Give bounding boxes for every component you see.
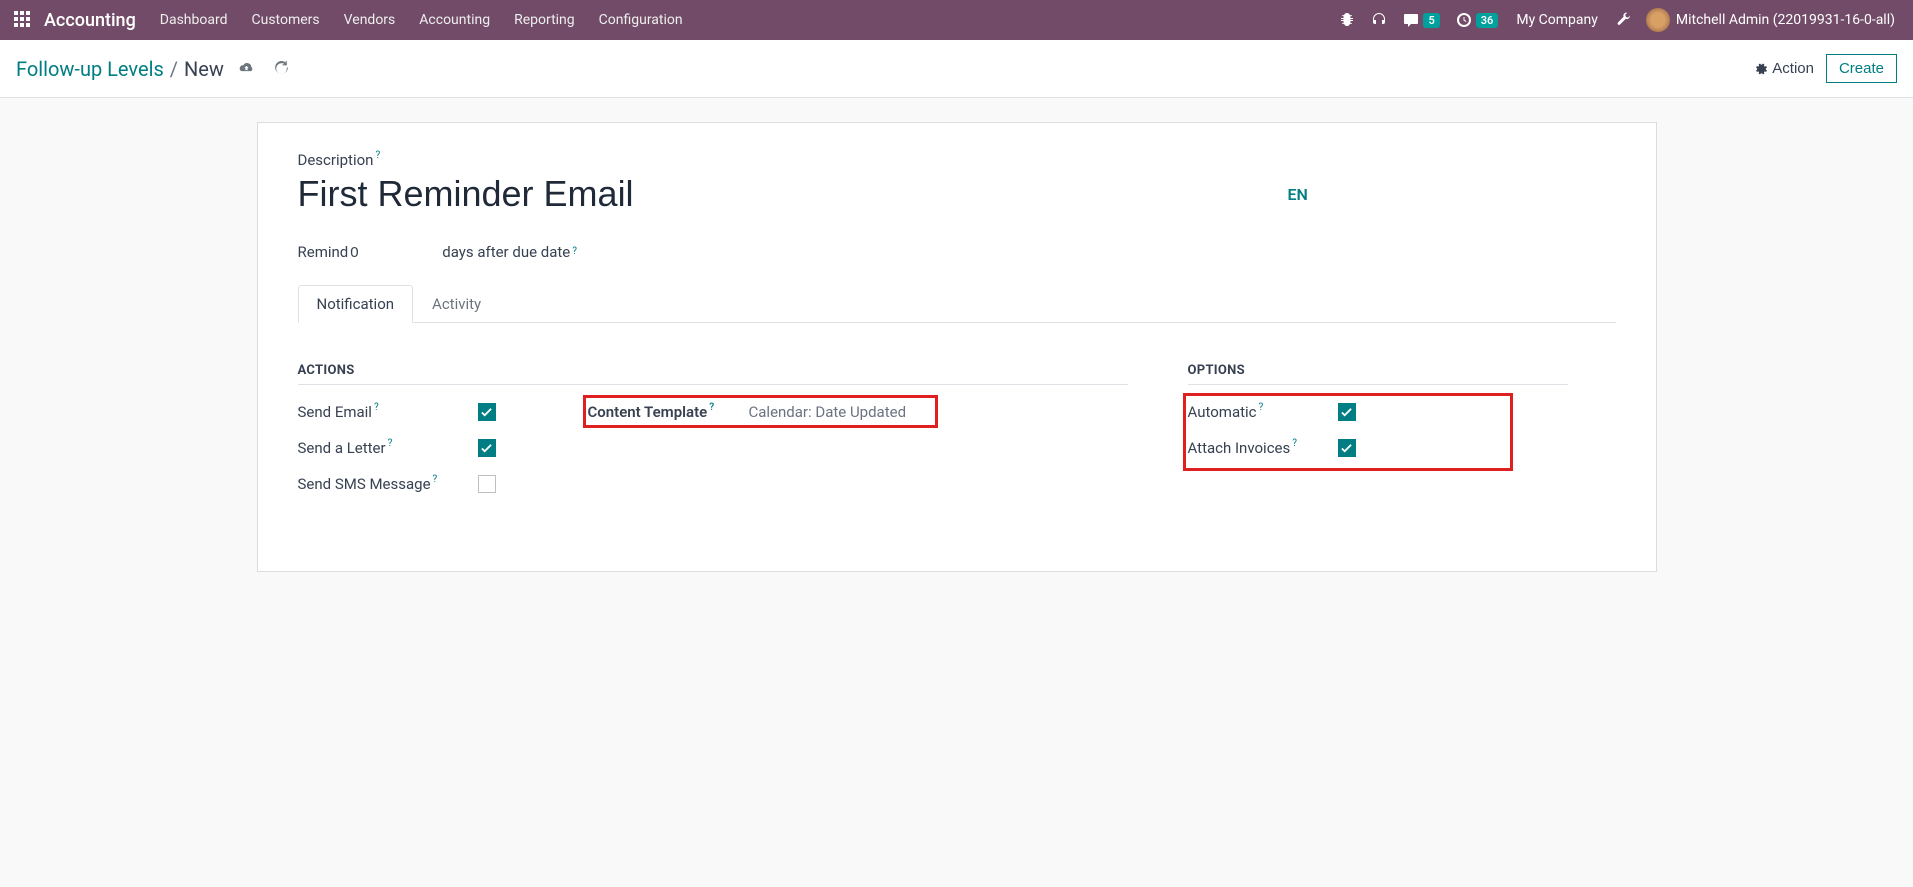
send-letter-checkbox[interactable] [478, 439, 496, 457]
help-icon[interactable]: ? [375, 150, 380, 161]
create-button[interactable]: Create [1826, 54, 1897, 83]
tab-content: ACTIONS Send Email ? [298, 323, 1616, 511]
breadcrumb-parent[interactable]: Follow-up Levels [16, 57, 164, 81]
breadcrumb: Follow-up Levels / New [16, 57, 290, 81]
highlight-options [1183, 393, 1513, 471]
nav-accounting[interactable]: Accounting [419, 12, 490, 28]
control-panel: Follow-up Levels / New Action Create [0, 40, 1913, 98]
company-selector[interactable]: My Company [1516, 12, 1598, 28]
tab-activity[interactable]: Activity [413, 285, 500, 323]
nav-configuration[interactable]: Configuration [599, 12, 683, 28]
main-navbar: Accounting Dashboard Customers Vendors A… [0, 0, 1913, 40]
messages-badge: 5 [1423, 13, 1439, 28]
send-sms-checkbox[interactable] [478, 475, 496, 493]
help-icon[interactable]: ? [572, 246, 577, 257]
help-icon[interactable]: ? [1292, 438, 1297, 449]
help-icon[interactable]: ? [709, 402, 714, 413]
send-sms-row: Send SMS Message ? [298, 475, 588, 493]
options-heading: OPTIONS [1188, 363, 1568, 385]
user-avatar[interactable] [1646, 8, 1670, 32]
remind-row: Remind days after due date ? [298, 243, 1616, 261]
nav-customers[interactable]: Customers [252, 12, 320, 28]
send-email-checkbox[interactable] [478, 403, 496, 421]
tab-notification[interactable]: Notification [298, 285, 414, 323]
highlight-content-template [583, 395, 938, 428]
help-icon[interactable]: ? [374, 402, 379, 413]
cloud-save-icon[interactable] [238, 60, 255, 77]
action-button[interactable]: Action [1755, 60, 1814, 77]
help-icon[interactable]: ? [1259, 402, 1264, 413]
send-email-label: Send Email ? [298, 403, 478, 421]
nav-dashboard[interactable]: Dashboard [160, 12, 228, 28]
nav-reporting[interactable]: Reporting [514, 12, 575, 28]
nav-vendors[interactable]: Vendors [344, 12, 396, 28]
remind-suffix: days after due date [442, 243, 570, 261]
remind-days-input[interactable] [350, 244, 440, 261]
help-icon[interactable]: ? [433, 474, 438, 485]
remind-prefix: Remind [298, 243, 349, 261]
action-label: Action [1772, 60, 1814, 77]
tools-icon[interactable] [1616, 12, 1632, 28]
description-label: Description ? [298, 151, 1616, 169]
actions-heading: ACTIONS [298, 363, 1128, 385]
user-menu[interactable]: Mitchell Admin (22019931-16-0-all) [1676, 12, 1895, 28]
description-input[interactable] [298, 171, 1148, 225]
tabs: Notification Activity [298, 285, 1616, 323]
help-icon[interactable]: ? [388, 438, 393, 449]
debug-icon[interactable] [1339, 12, 1355, 28]
app-brand[interactable]: Accounting [44, 10, 136, 31]
send-letter-label: Send a Letter ? [298, 439, 478, 457]
messages-icon[interactable]: 5 [1403, 12, 1439, 28]
control-panel-right: Action Create [1755, 54, 1897, 83]
form-container: Description ? EN Remind days after due d… [0, 98, 1913, 596]
breadcrumb-current: New [184, 57, 224, 81]
apps-icon[interactable] [14, 11, 32, 29]
activities-icon[interactable]: 36 [1456, 12, 1499, 28]
form-sheet: Description ? EN Remind days after due d… [257, 122, 1657, 572]
breadcrumb-separator: / [170, 57, 178, 81]
support-icon[interactable] [1371, 12, 1387, 28]
actions-column: ACTIONS Send Email ? [298, 363, 1128, 511]
discard-icon[interactable] [273, 60, 290, 77]
options-column: OPTIONS Automatic ? Attach Invoices ? [1188, 363, 1568, 511]
send-email-row: Send Email ? [298, 403, 588, 421]
send-sms-label: Send SMS Message ? [298, 475, 478, 493]
activities-badge: 36 [1476, 13, 1499, 28]
language-button[interactable]: EN [1288, 185, 1308, 204]
send-letter-row: Send a Letter ? [298, 439, 588, 457]
